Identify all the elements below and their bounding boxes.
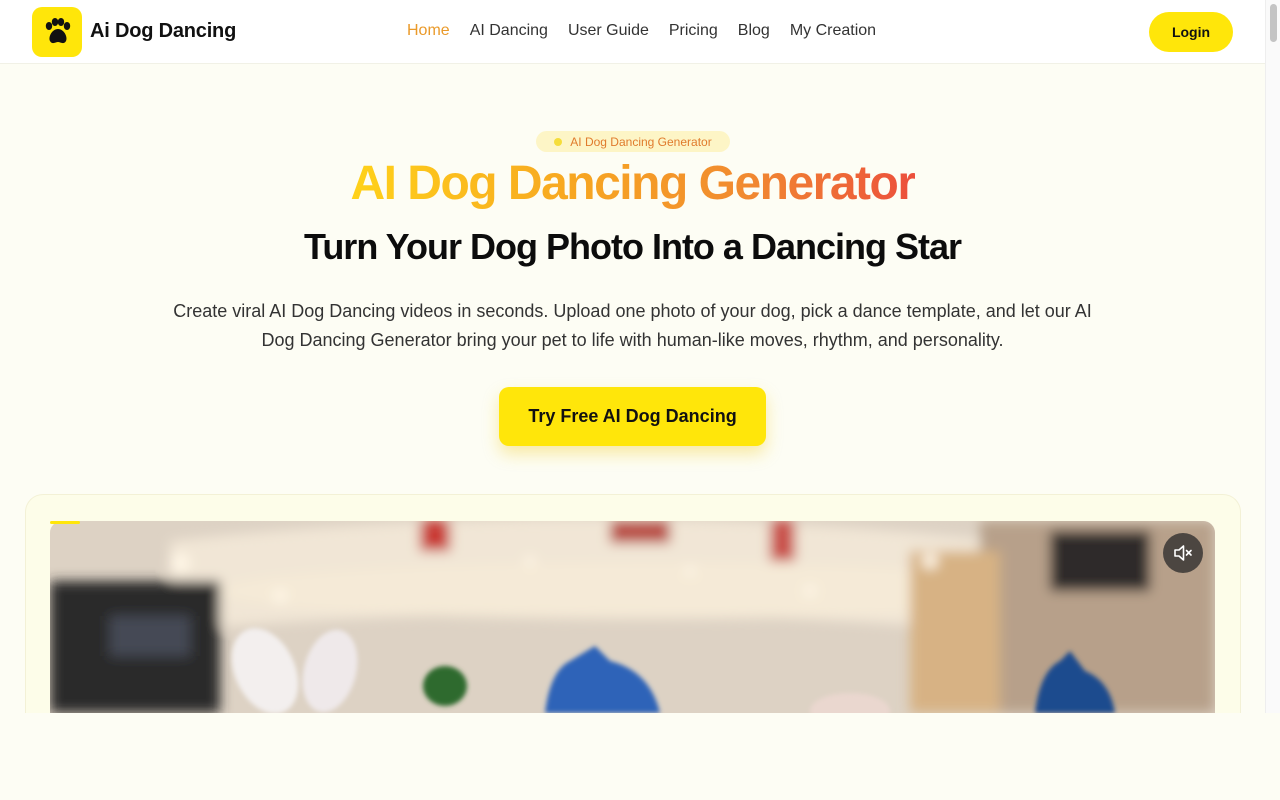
- nav-home[interactable]: Home: [407, 22, 450, 40]
- nav-ai-dancing[interactable]: AI Dancing: [470, 22, 548, 40]
- badge-dot-icon: [554, 137, 563, 146]
- main-nav: Home AI Dancing User Guide Pricing Blog …: [407, 22, 876, 40]
- nav-pricing[interactable]: Pricing: [669, 22, 718, 40]
- hero-title: AI Dog Dancing Generator: [0, 156, 1265, 211]
- login-button[interactable]: Login: [1149, 12, 1233, 52]
- badge-label: AI Dog Dancing Generator: [570, 134, 712, 149]
- hero-subtitle: Turn Your Dog Photo Into a Dancing Star: [304, 226, 962, 267]
- hero-title-text: AI Dog Dancing Generator: [350, 157, 916, 210]
- nav-blog[interactable]: Blog: [738, 22, 770, 40]
- demo-video[interactable]: [50, 521, 1215, 713]
- brand-name[interactable]: Ai Dog Dancing: [90, 20, 236, 43]
- nav-user-guide[interactable]: User Guide: [568, 22, 649, 40]
- nav-my-creation[interactable]: My Creation: [790, 22, 876, 40]
- hero-description: Create viral AI Dog Dancing videos in se…: [173, 301, 1092, 350]
- site-header: Ai Dog Dancing Home AI Dancing User Guid…: [0, 0, 1265, 64]
- muted-speaker-icon[interactable]: [1163, 533, 1203, 573]
- page-bottom-area: [0, 713, 1280, 800]
- video-frame-illustration: [50, 521, 1215, 713]
- paw-logo-icon[interactable]: [32, 7, 82, 57]
- try-free-button[interactable]: Try Free AI Dog Dancing: [499, 387, 766, 446]
- scrollbar-thumb[interactable]: [1270, 4, 1277, 42]
- hero-badge: AI Dog Dancing Generator: [536, 131, 730, 152]
- video-accent-bar: [50, 521, 80, 524]
- page-scrollbar[interactable]: [1265, 0, 1280, 713]
